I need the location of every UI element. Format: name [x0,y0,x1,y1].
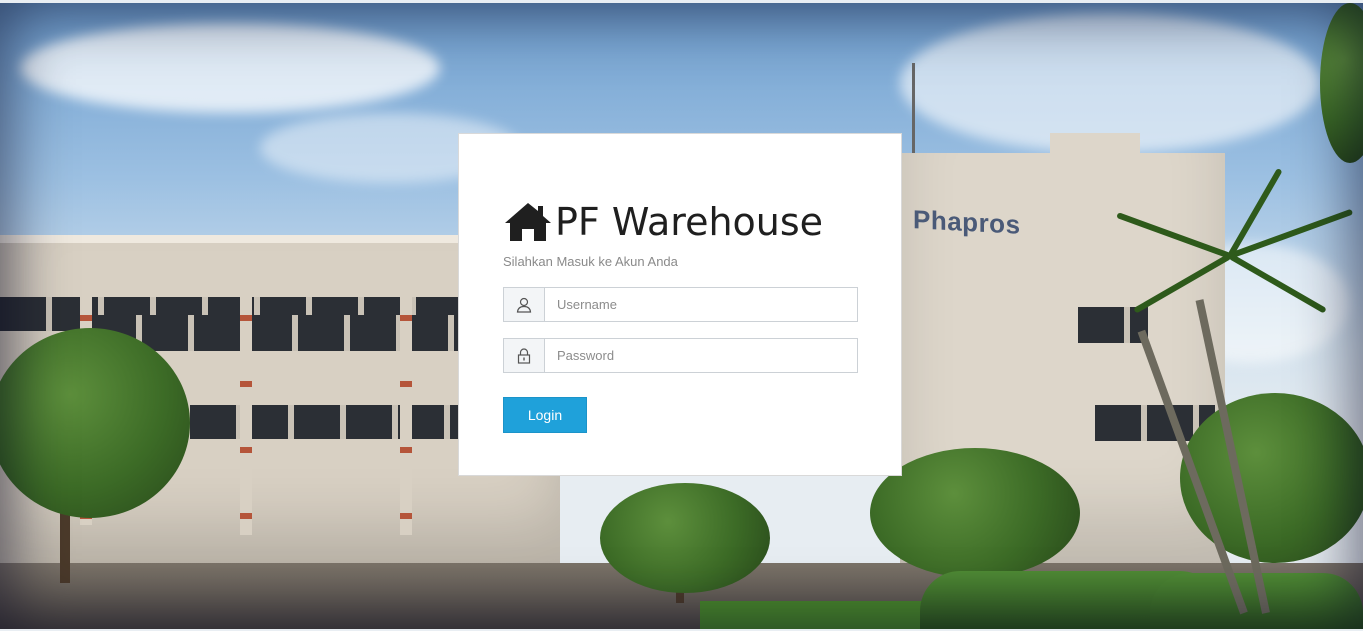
username-addon [504,288,545,321]
login-card: PF Warehouse Silahkan Masuk ke Akun Anda [458,133,902,476]
login-page: Phapros PF Warehouse Silahkan Masuk ke A… [0,0,1363,631]
home-icon [505,203,551,241]
title-row: PF Warehouse [503,200,823,244]
page-subtitle: Silahkan Masuk ke Akun Anda [503,254,678,269]
username-input[interactable] [545,288,857,321]
login-button[interactable]: Login [503,397,587,433]
user-icon [516,297,532,313]
password-addon [504,339,545,372]
username-group [503,287,858,322]
password-group [503,338,858,373]
lock-icon [517,347,531,364]
password-input[interactable] [545,339,857,372]
page-title: PF Warehouse [555,200,824,244]
building-brand-sign: Phapros [913,204,1021,240]
